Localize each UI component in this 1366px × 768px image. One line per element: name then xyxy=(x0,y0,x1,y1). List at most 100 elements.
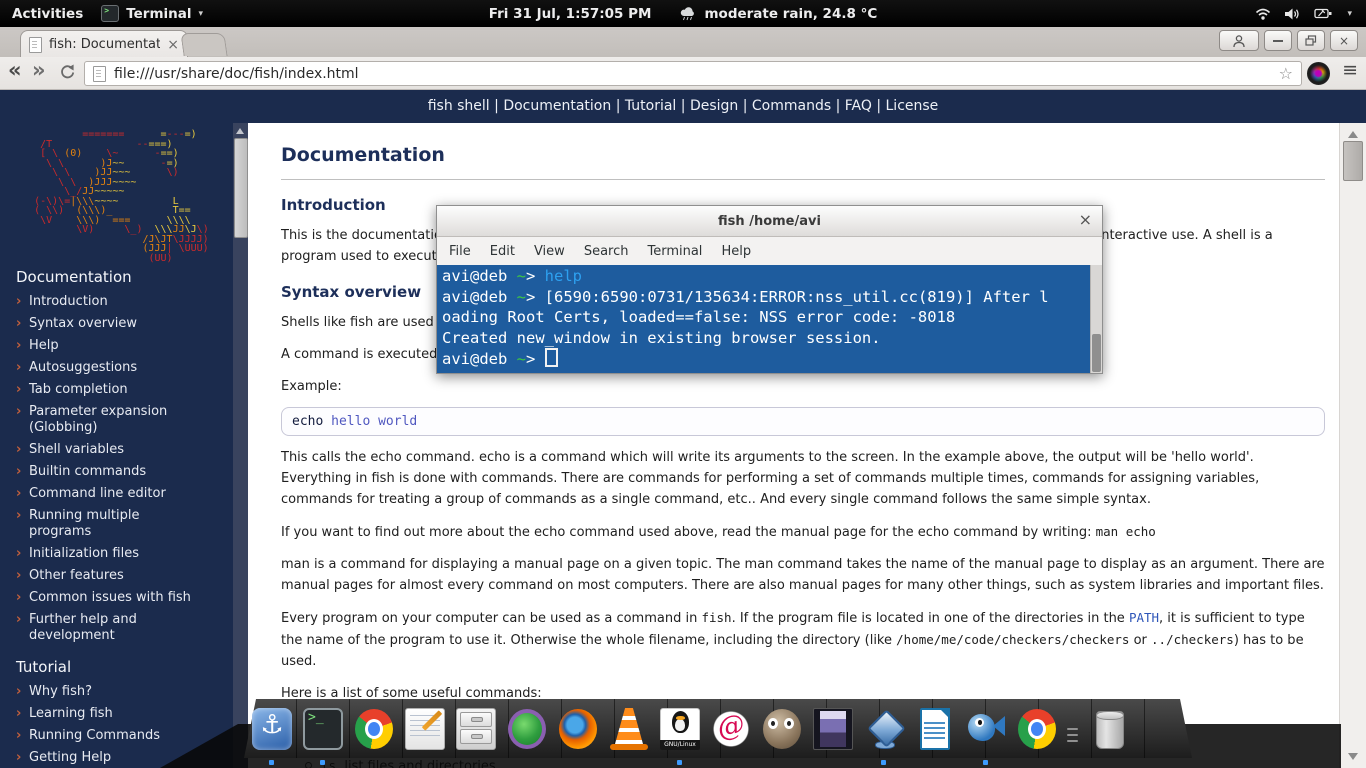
weather-text: moderate rain, 24.8 °C xyxy=(704,6,877,22)
chevron-right-icon: › xyxy=(16,750,21,766)
terminal-scrollbar-thumb[interactable] xyxy=(1092,334,1101,372)
browser-tab[interactable]: fish: Documentation × xyxy=(20,30,188,58)
sidebar-link[interactable]: ›Tab completion xyxy=(0,382,233,398)
dock-file-cabinet-icon[interactable] xyxy=(454,706,498,752)
page-scrollbar-thumb[interactable] xyxy=(1343,141,1363,181)
terminal-menu-item[interactable]: Search xyxy=(584,244,629,259)
wifi-icon[interactable] xyxy=(1255,7,1271,21)
dock-chromium-icon[interactable] xyxy=(1015,706,1059,752)
terminal-menu-item[interactable]: Edit xyxy=(490,244,515,259)
tab-close-icon[interactable]: × xyxy=(167,38,179,52)
focused-app-menu[interactable]: Terminal ▾ xyxy=(101,5,203,22)
page-scrollbar[interactable] xyxy=(1339,123,1366,768)
paragraph-echo: This calls the echo command. echo is a c… xyxy=(281,447,1325,510)
chevron-right-icon: › xyxy=(16,508,21,524)
forward-button[interactable]: » xyxy=(32,58,46,82)
sidebar-link[interactable]: ›Help xyxy=(0,338,233,354)
url-bar[interactable]: file:///usr/share/doc/fish/index.html ☆ xyxy=(84,61,1302,86)
list-item: ls, list files and directories xyxy=(281,752,1325,768)
scroll-up-icon[interactable] xyxy=(236,128,244,134)
person-icon xyxy=(1231,34,1247,48)
example-label: Example: xyxy=(281,376,1325,397)
scroll-up-icon[interactable] xyxy=(1348,131,1358,138)
dock-bluefish-icon[interactable] xyxy=(964,706,1008,752)
terminal-menu-item[interactable]: Help xyxy=(721,244,751,259)
clock[interactable]: Fri 31 Jul, 1:57:05 PM xyxy=(489,6,652,22)
terminal-titlebar[interactable]: fish /home/avi × xyxy=(437,206,1102,237)
sidebar-link[interactable]: ›Running multiple programs xyxy=(0,508,233,540)
desktop: Activities Terminal ▾ Fri 31 Jul, 1:57:0… xyxy=(0,0,1366,768)
terminal-output: avi@deb ~> helpavi@deb ~> [6590:6590:073… xyxy=(437,265,1102,370)
dock-terminal-icon[interactable]: >_ xyxy=(301,706,345,752)
terminal-close-icon[interactable]: × xyxy=(1079,210,1092,229)
sidebar-link[interactable]: ›Other features xyxy=(0,568,233,584)
sidebar-link[interactable]: ›Parameter expansion (Globbing) xyxy=(0,404,233,436)
dock-text-editor-icon[interactable] xyxy=(403,706,447,752)
restore-button[interactable] xyxy=(1297,30,1325,51)
chevron-right-icon: › xyxy=(16,728,21,744)
chevron-right-icon: › xyxy=(16,294,21,310)
sidebar-link[interactable]: ›Why fish? xyxy=(0,684,233,700)
new-tab-button[interactable] xyxy=(180,33,227,56)
sidebar-link[interactable]: ›Getting Help xyxy=(0,750,233,766)
chevron-right-icon: › xyxy=(16,382,21,398)
sidebar-link[interactable]: ›Learning fish xyxy=(0,706,233,722)
bookmark-star-icon[interactable]: ☆ xyxy=(1279,64,1293,83)
sidebar-link[interactable]: ›Syntax overview xyxy=(0,316,233,332)
dock-gimp-icon[interactable] xyxy=(760,706,804,752)
system-menu-caret-icon[interactable]: ▾ xyxy=(1347,9,1352,19)
dock-media-icon[interactable] xyxy=(811,706,855,752)
url-text[interactable]: file:///usr/share/doc/fish/index.html xyxy=(114,66,1271,82)
browser-menu-icon[interactable]: ≡ xyxy=(1342,59,1358,81)
sidebar-link[interactable]: ›Command line editor xyxy=(0,486,233,502)
sidebar-link[interactable]: ›Builtin commands xyxy=(0,464,233,480)
chevron-down-icon: ▾ xyxy=(199,9,204,19)
back-button[interactable]: « xyxy=(8,58,22,82)
activities-button[interactable]: Activities xyxy=(12,6,83,22)
rain-cloud-icon xyxy=(679,7,697,21)
sidebar-scrollbar-thumb[interactable] xyxy=(234,138,248,238)
gnome-top-bar: Activities Terminal ▾ Fri 31 Jul, 1:57:0… xyxy=(0,0,1366,27)
profile-button[interactable] xyxy=(1219,30,1259,51)
minimize-button[interactable] xyxy=(1264,30,1292,51)
sidebar-link[interactable]: ›Common issues with fish xyxy=(0,590,233,606)
terminal-scrollbar[interactable] xyxy=(1090,265,1102,373)
ascii-art-line: (UU) xyxy=(10,254,233,264)
sidebar-link[interactable]: ›Introduction xyxy=(0,294,233,310)
sidebar-link[interactable]: ›Initialization files xyxy=(0,546,233,562)
sidebar-link[interactable]: ›Running Commands xyxy=(0,728,233,744)
sidebar-scrollbar[interactable] xyxy=(233,123,248,768)
dock-debian-icon[interactable]: @ xyxy=(709,706,753,752)
browser-avatar-icon[interactable] xyxy=(1307,62,1330,85)
chevron-right-icon: › xyxy=(16,486,21,502)
terminal-screen[interactable]: avi@deb ~> helpavi@deb ~> [6590:6590:073… xyxy=(437,265,1102,373)
scroll-down-icon[interactable] xyxy=(1348,753,1358,760)
dock-libreoffice-icon[interactable] xyxy=(913,706,957,752)
close-button[interactable]: × xyxy=(1330,30,1358,51)
docky-anchor-icon[interactable]: ⚓ xyxy=(250,706,294,752)
terminal-line: avi@deb ~> [6590:6590:0731/135634:ERROR:… xyxy=(442,287,1102,308)
chevron-right-icon: › xyxy=(16,338,21,354)
dock-virtualbox-icon[interactable] xyxy=(862,706,906,752)
sidebar-link[interactable]: ›Autosuggestions xyxy=(0,360,233,376)
dock-trash-icon[interactable] xyxy=(1087,706,1131,752)
dock-gnu-linux-icon[interactable]: GNU/Linux xyxy=(658,706,702,752)
terminal-menu-item[interactable]: View xyxy=(534,244,565,259)
chevron-right-icon: › xyxy=(16,316,21,332)
site-nav[interactable]: fish shell | Documentation | Tutorial | … xyxy=(0,90,1366,123)
reload-button[interactable] xyxy=(58,63,77,82)
terminal-menu-item[interactable]: File xyxy=(449,244,471,259)
dock-chrome-icon[interactable] xyxy=(352,706,396,752)
terminal-menu-item[interactable]: Terminal xyxy=(647,244,702,259)
battery-icon[interactable] xyxy=(1314,7,1334,20)
sidebar-link[interactable]: ›Shell variables xyxy=(0,442,233,458)
dock-tor-browser-icon[interactable] xyxy=(505,706,549,752)
terminal-line: avi@deb ~> xyxy=(442,348,1102,370)
dock-vlc-icon[interactable] xyxy=(607,706,651,752)
sidebar-link[interactable]: ›Further help and development xyxy=(0,612,233,644)
weather-indicator[interactable]: moderate rain, 24.8 °C xyxy=(679,6,877,22)
paragraph-path: Every program on your computer can be us… xyxy=(281,607,1325,672)
sidebar-section-documentation: Documentation xyxy=(16,268,233,286)
volume-icon[interactable] xyxy=(1284,7,1301,21)
dock-firefox-icon[interactable] xyxy=(556,706,600,752)
